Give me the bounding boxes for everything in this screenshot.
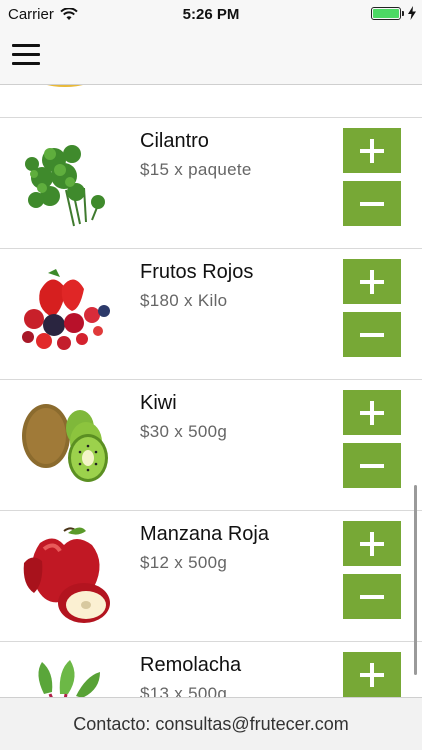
plus-icon [360, 662, 384, 687]
hamburger-menu-icon[interactable] [12, 44, 40, 68]
contact-text: Contacto: consultas@frutecer.com [73, 713, 349, 734]
battery-tip [402, 10, 404, 16]
add-button[interactable] [343, 652, 401, 697]
product-name: Kiwi [140, 392, 177, 414]
product-price: $180 x Kilo [140, 291, 228, 310]
beet-image [38, 660, 100, 697]
list-item: Manzana Roja $12 x 500g [0, 511, 422, 642]
contact-footer: Contacto: consultas@frutecer.com [0, 697, 422, 750]
minus-icon [360, 463, 384, 468]
status-bar: Carrier 5:26 PM [0, 0, 422, 30]
status-time: 5:26 PM [182, 6, 240, 23]
fruit-image-partial [47, 85, 83, 87]
product-name: Manzana Roja [140, 523, 269, 545]
product-name: Cilantro [140, 130, 209, 152]
battery-icon [371, 6, 401, 20]
product-price: $12 x 500g [140, 553, 228, 572]
minus-icon [360, 332, 384, 337]
plus-icon [360, 531, 384, 556]
add-button[interactable] [343, 128, 401, 173]
minus-icon [360, 201, 384, 206]
navigation-bar [0, 30, 422, 85]
product-name: Frutos Rojos [140, 261, 254, 283]
product-name: Remolacha [140, 654, 242, 676]
red-apple-image [23, 527, 110, 623]
add-button[interactable] [343, 390, 401, 435]
product-price: $13 x 500g [140, 684, 228, 697]
remove-button[interactable] [343, 574, 401, 619]
plus-icon [360, 269, 384, 294]
product-list[interactable]: Cilantro $15 x paquete Frutos Rojos $180… [0, 85, 422, 697]
list-item: Remolacha $13 x 500g [0, 642, 422, 697]
minus-icon [360, 594, 384, 599]
list-item-partial [0, 85, 422, 118]
remove-button[interactable] [343, 312, 401, 357]
list-item: Frutos Rojos $180 x Kilo [0, 249, 422, 380]
product-price: $15 x paquete [140, 160, 252, 179]
remove-button[interactable] [343, 443, 401, 488]
list-item: Kiwi $30 x 500g [0, 380, 422, 511]
add-button[interactable] [343, 521, 401, 566]
remove-button[interactable] [343, 181, 401, 226]
plus-icon [360, 400, 384, 425]
charging-bolt-icon [408, 6, 416, 20]
cilantro-image [25, 145, 105, 227]
status-right [371, 6, 416, 20]
product-price: $30 x 500g [140, 422, 228, 441]
red-berries-image [22, 269, 110, 350]
scrollbar[interactable] [414, 485, 417, 675]
plus-icon [360, 138, 384, 163]
add-button[interactable] [343, 259, 401, 304]
kiwi-image [22, 404, 108, 482]
list-item: Cilantro $15 x paquete [0, 118, 422, 249]
